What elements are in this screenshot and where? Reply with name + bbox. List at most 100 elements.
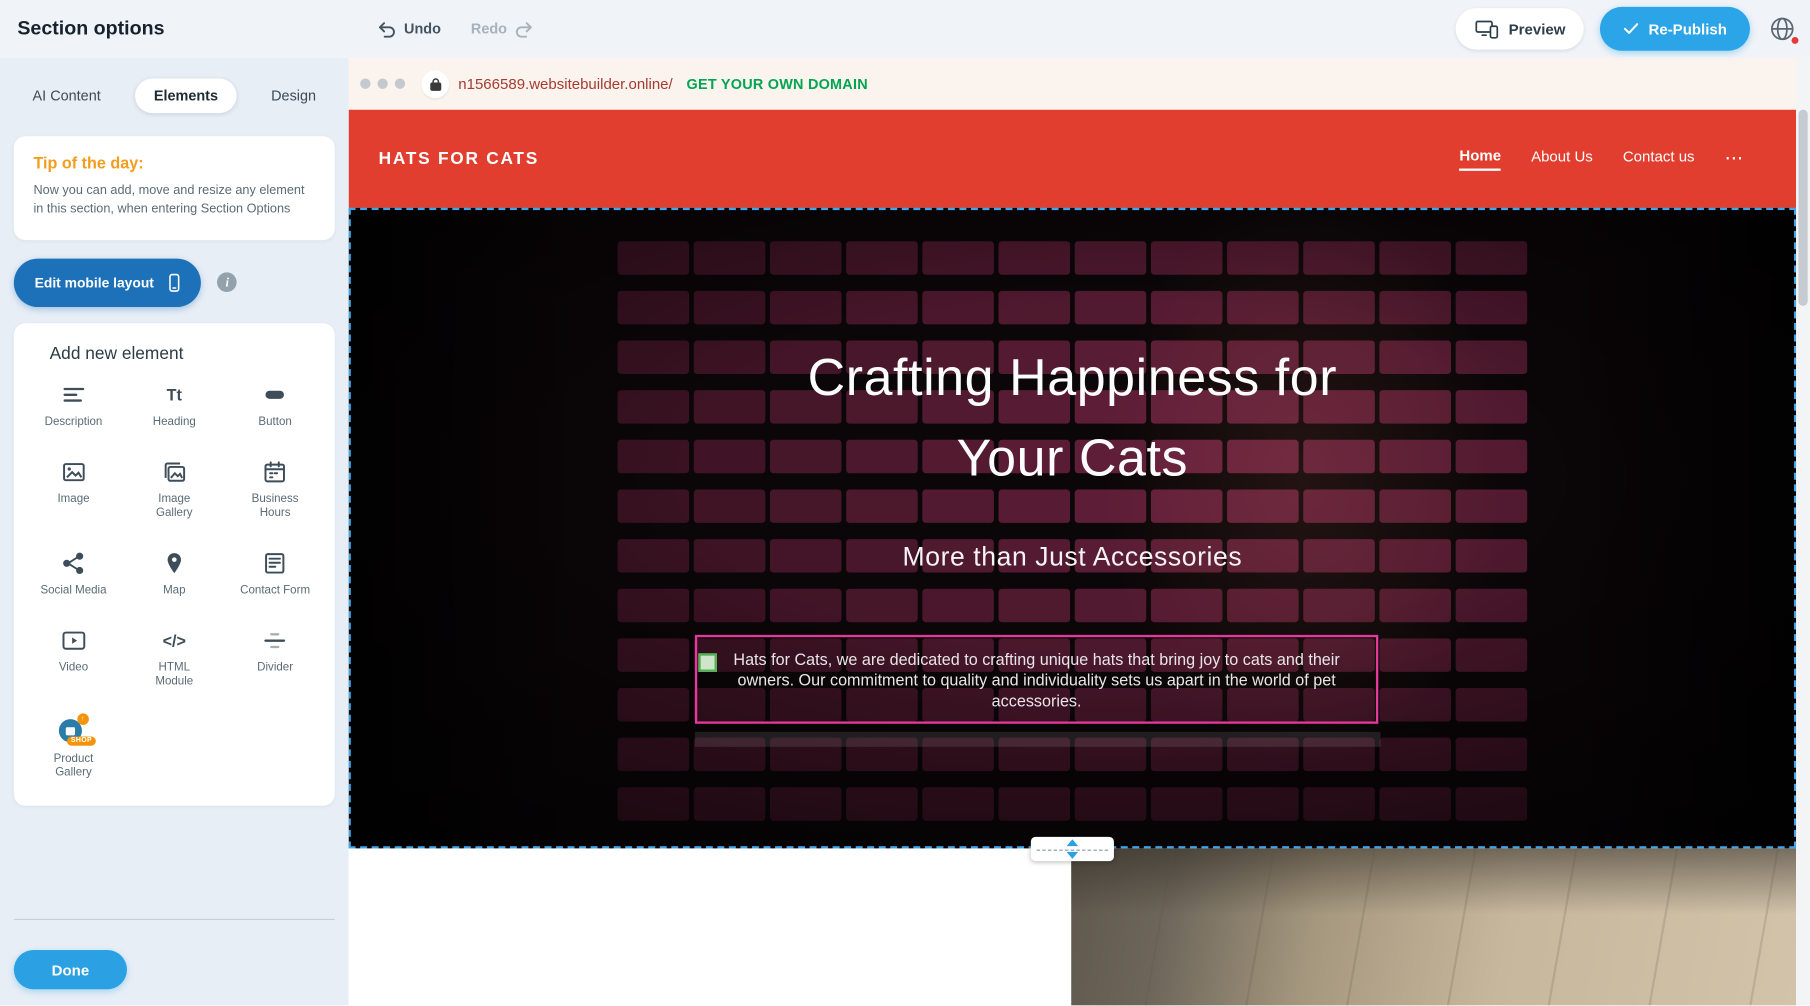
republish-button[interactable]: Re-Publish xyxy=(1600,7,1750,51)
element-label: HTML Module xyxy=(139,661,211,689)
element-drag-handle[interactable] xyxy=(698,653,716,671)
element-html-module[interactable]: </> HTML Module xyxy=(124,626,225,689)
editor-canvas-area: n1566589.websitebuilder.online/ GET YOUR… xyxy=(349,58,1810,1006)
site-preview: HATS FOR CATS Home About Us Contact us ⋯… xyxy=(349,110,1797,1006)
resize-arrow-up-icon xyxy=(1067,839,1079,846)
element-business-hours[interactable]: Business Hours xyxy=(225,457,326,520)
video-icon xyxy=(60,626,88,656)
description-icon xyxy=(60,380,88,410)
element-label: Image xyxy=(57,493,89,507)
info-icon[interactable]: i xyxy=(217,273,237,293)
next-section[interactable] xyxy=(349,848,1797,1005)
nav-home[interactable]: Home xyxy=(1459,147,1501,171)
undo-label: Undo xyxy=(404,21,441,37)
element-image[interactable]: Image xyxy=(23,457,124,520)
product-gallery-icon: ↑ SHOP xyxy=(58,717,88,747)
sidebar-footer: Done xyxy=(14,919,335,992)
undo-icon xyxy=(376,18,397,39)
republish-label: Re-Publish xyxy=(1649,20,1727,37)
section-height-handle[interactable] xyxy=(1031,837,1114,861)
hero-section-selected[interactable]: Crafting Happiness for Your Cats More th… xyxy=(349,208,1797,849)
phone-icon xyxy=(164,271,185,294)
history-controls: Undo Redo xyxy=(376,18,534,39)
element-description[interactable]: Description xyxy=(23,380,124,430)
hero-heading[interactable]: Crafting Happiness for Your Cats xyxy=(351,337,1794,499)
element-image-gallery[interactable]: Image Gallery xyxy=(124,457,225,520)
element-label: Map xyxy=(163,584,185,598)
contact-form-icon xyxy=(261,548,289,578)
hero-heading-line1: Crafting Happiness for xyxy=(808,347,1338,406)
element-social-media[interactable]: Social Media xyxy=(23,548,124,598)
sidebar: AI Content Elements Design Tip of the da… xyxy=(0,58,349,1006)
element-product-gallery[interactable]: ↑ SHOP Product Gallery xyxy=(23,717,124,780)
tip-body: Now you can add, move and resize any ele… xyxy=(33,182,315,219)
scrollbar-thumb[interactable] xyxy=(1798,110,1807,306)
map-pin-icon xyxy=(160,548,188,578)
topbar-actions: Preview Re-Publish xyxy=(1456,7,1810,51)
button-icon xyxy=(261,380,289,410)
hero-heading-line2: Your Cats xyxy=(957,428,1188,487)
get-your-own-domain-link[interactable]: GET YOUR OWN DOMAIN xyxy=(687,76,868,92)
html-module-icon: </> xyxy=(163,626,186,656)
image-icon xyxy=(60,457,88,487)
nav-about-us[interactable]: About Us xyxy=(1531,148,1593,170)
element-label: Video xyxy=(59,661,88,675)
element-contact-form[interactable]: Contact Form xyxy=(225,548,326,598)
element-label: Product Gallery xyxy=(38,752,110,780)
selected-text-element[interactable]: Hats for Cats, we are dedicated to craft… xyxy=(695,635,1378,724)
element-divider[interactable]: Divider xyxy=(225,626,326,689)
element-label: Description xyxy=(45,415,103,429)
nav-contact-us[interactable]: Contact us xyxy=(1623,148,1695,170)
element-map[interactable]: Map xyxy=(124,548,225,598)
redo-button[interactable]: Redo xyxy=(471,18,535,39)
hero-content: Crafting Happiness for Your Cats More th… xyxy=(351,210,1794,846)
edit-mobile-layout-label: Edit mobile layout xyxy=(35,275,154,291)
redo-icon xyxy=(514,18,535,39)
window-dot xyxy=(377,78,387,88)
mobile-layout-row: Edit mobile layout i xyxy=(14,258,335,306)
resize-arrow-down-icon xyxy=(1067,852,1079,859)
language-globe-icon[interactable] xyxy=(1766,13,1798,45)
sidebar-tabs: AI Content Elements Design xyxy=(14,78,335,113)
edit-mobile-layout-button[interactable]: Edit mobile layout xyxy=(14,258,201,306)
element-label: Image Gallery xyxy=(139,493,211,521)
tip-card: Tip of the day: Now you can add, move an… xyxy=(14,136,335,240)
business-hours-icon xyxy=(261,457,289,487)
element-grid: Description Tt Heading Button Image Imag… xyxy=(23,380,325,781)
hero-subheading[interactable]: More than Just Accessories xyxy=(351,541,1794,572)
resize-dashed-line xyxy=(1037,849,1109,850)
site-nav: Home About Us Contact us ⋯ xyxy=(1459,147,1743,171)
tab-design[interactable]: Design xyxy=(253,78,335,113)
element-heading[interactable]: Tt Heading xyxy=(124,380,225,430)
lock-icon xyxy=(421,70,449,98)
hover-row-highlight xyxy=(695,732,1381,747)
tip-title: Tip of the day: xyxy=(33,154,315,172)
heading-icon: Tt xyxy=(167,380,182,410)
done-button[interactable]: Done xyxy=(14,950,127,989)
scrollbar[interactable] xyxy=(1796,58,1810,1006)
divider-icon xyxy=(261,626,289,656)
window-dots xyxy=(360,78,405,88)
tab-elements[interactable]: Elements xyxy=(135,78,236,113)
app: Section options Undo Redo Preview Re-Pub… xyxy=(0,0,1810,1005)
undo-button[interactable]: Undo xyxy=(376,18,441,39)
preview-button[interactable]: Preview xyxy=(1456,8,1584,50)
page-title: Section options xyxy=(0,17,349,40)
add-element-title: Add new element xyxy=(23,344,325,364)
hero-paragraph: Hats for Cats, we are dedicated to craft… xyxy=(709,648,1365,710)
element-label: Divider xyxy=(257,661,293,675)
tab-ai-content[interactable]: AI Content xyxy=(14,78,119,113)
notification-dot xyxy=(1792,37,1799,44)
element-label: Social Media xyxy=(40,584,106,598)
site-header[interactable]: HATS FOR CATS Home About Us Contact us ⋯ xyxy=(349,110,1797,208)
site-logo[interactable]: HATS FOR CATS xyxy=(379,149,539,169)
nav-more-icon[interactable]: ⋯ xyxy=(1725,149,1743,167)
window-dot xyxy=(395,78,405,88)
image-gallery-icon xyxy=(160,457,188,487)
shop-arrow-icon: ↑ xyxy=(77,713,89,725)
element-button[interactable]: Button xyxy=(225,380,326,430)
element-video[interactable]: Video xyxy=(23,626,124,689)
element-label: Business Hours xyxy=(239,493,311,521)
topbar: Section options Undo Redo Preview Re-Pub… xyxy=(0,0,1810,58)
sidebar-divider xyxy=(14,919,335,920)
